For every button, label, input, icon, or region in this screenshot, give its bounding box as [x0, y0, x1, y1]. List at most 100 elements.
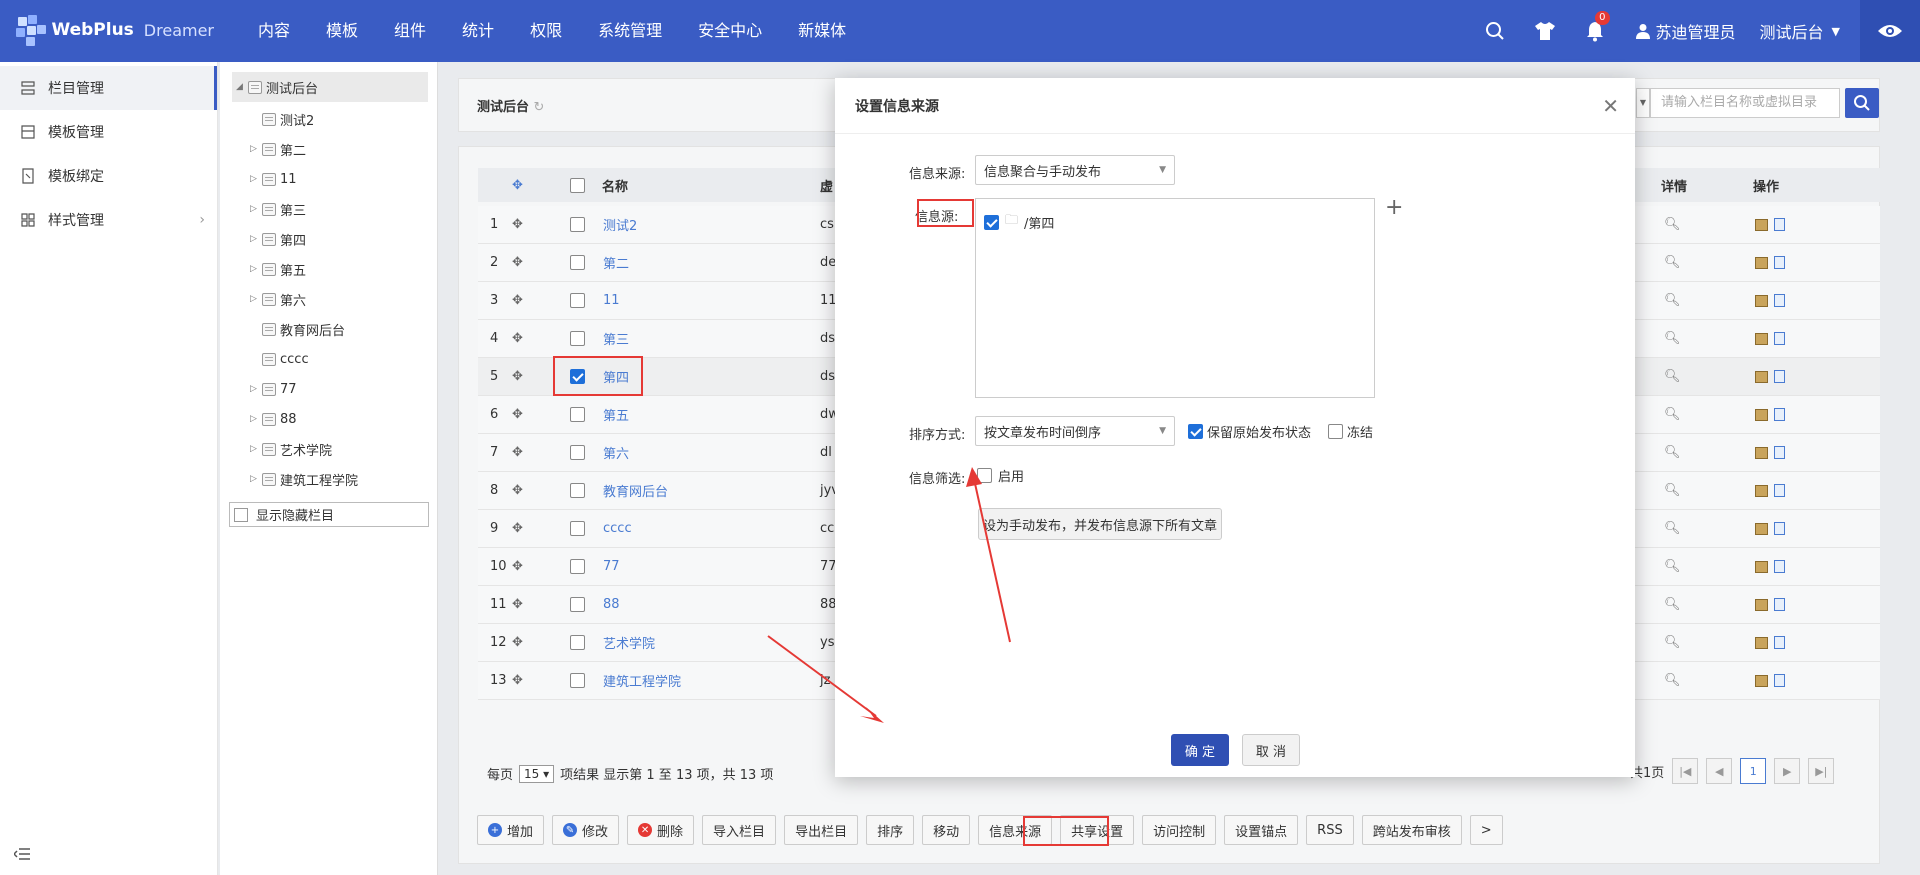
tree-node[interactable]: ▷ 11	[250, 164, 297, 194]
page-icon[interactable]	[1774, 408, 1785, 421]
current-page-button[interactable]: 1	[1740, 758, 1767, 784]
page-icon[interactable]	[1774, 256, 1785, 269]
page-icon[interactable]	[1774, 294, 1785, 307]
detail-magnifier-icon[interactable]: 🔍︎	[1664, 472, 1681, 509]
nav-item-0[interactable]: 内容	[240, 0, 308, 62]
row-checkbox[interactable]	[570, 293, 585, 308]
drag-handle-icon[interactable]: ✥	[512, 358, 523, 395]
collapsed-icon[interactable]: ▷	[250, 414, 262, 424]
row-name-link[interactable]: 建筑工程学院	[603, 662, 681, 699]
toolbar-button-9[interactable]: 访问控制	[1142, 815, 1217, 845]
search-input[interactable]: 请输入栏目名称或虚拟目录	[1650, 88, 1840, 118]
col-name[interactable]: 名称	[602, 168, 628, 202]
row-name-link[interactable]: 第六	[603, 434, 629, 471]
close-icon[interactable]: ✕	[1602, 94, 1619, 118]
row-checkbox[interactable]	[570, 217, 585, 232]
row-checkbox[interactable]	[570, 559, 585, 574]
drag-handle-icon[interactable]: ✥	[512, 624, 523, 661]
nav-item-4[interactable]: 权限	[512, 0, 580, 62]
detail-magnifier-icon[interactable]: 🔍︎	[1664, 206, 1681, 243]
last-page-button[interactable]: ▶|	[1808, 758, 1835, 784]
page-icon[interactable]	[1774, 636, 1785, 649]
edit-template-icon[interactable]	[1755, 674, 1768, 687]
freeze-checkbox[interactable]	[1328, 424, 1343, 439]
shirt-icon[interactable]	[1520, 0, 1570, 62]
manual-publish-button[interactable]: 设为手动发布，并发布信息源下所有文章	[978, 508, 1222, 540]
eye-icon[interactable]	[1860, 0, 1920, 62]
tree-root[interactable]: ◢ 测试后台	[232, 72, 428, 102]
detail-magnifier-icon[interactable]: 🔍︎	[1664, 510, 1681, 547]
tree-node[interactable]: ▷ 第二	[250, 134, 306, 164]
page-icon[interactable]	[1774, 218, 1785, 231]
collapsed-icon[interactable]: ▷	[250, 234, 262, 244]
row-name-link[interactable]: 第五	[603, 396, 629, 433]
nav-item-1[interactable]: 模板	[308, 0, 376, 62]
row-name-link[interactable]: 教育网后台	[603, 472, 668, 509]
bell-icon[interactable]: 0	[1570, 0, 1620, 62]
select-all-checkbox[interactable]	[570, 177, 585, 193]
collapsed-icon[interactable]: ▷	[250, 294, 262, 304]
tree-node[interactable]: ▷ 艺术学院	[250, 434, 332, 464]
tree-node[interactable]: ▷ 第六	[250, 284, 306, 314]
search-icon[interactable]	[1470, 0, 1520, 62]
edit-template-icon[interactable]	[1755, 522, 1768, 535]
toolbar-button-3[interactable]: 导入栏目	[702, 815, 777, 845]
drag-handle-icon[interactable]: ✥	[512, 282, 523, 319]
page-icon[interactable]	[1774, 598, 1785, 611]
collapsed-icon[interactable]: ▷	[250, 144, 262, 154]
search-button[interactable]	[1845, 88, 1879, 118]
detail-magnifier-icon[interactable]: 🔍︎	[1664, 282, 1681, 319]
toolbar-button-4[interactable]: 导出栏目	[784, 815, 859, 845]
detail-magnifier-icon[interactable]: 🔍︎	[1664, 320, 1681, 357]
show-hidden-toggle[interactable]: 显示隐藏栏目	[229, 502, 429, 527]
drag-handle-icon[interactable]: ✥	[512, 320, 523, 357]
row-checkbox[interactable]	[570, 483, 585, 498]
drag-handle-icon[interactable]: ✥	[512, 548, 523, 585]
tree-node[interactable]: cccc	[250, 344, 309, 374]
first-page-button[interactable]: |◀	[1672, 758, 1699, 784]
tree-node[interactable]: 教育网后台	[250, 314, 345, 344]
page-icon[interactable]	[1774, 674, 1785, 687]
source-item-checkbox[interactable]	[984, 214, 999, 230]
tree-node[interactable]: ▷ 第五	[250, 254, 306, 284]
refresh-icon[interactable]: ↻	[534, 100, 545, 115]
toolbar-button-2[interactable]: ✕ 删除	[627, 815, 695, 845]
detail-magnifier-icon[interactable]: 🔍︎	[1664, 662, 1681, 699]
tree-node[interactable]: ▷ 第三	[250, 194, 306, 224]
drag-handle-icon[interactable]: ✥	[512, 206, 523, 243]
search-scope-dropdown[interactable]: ▼	[1636, 88, 1650, 118]
edit-template-icon[interactable]	[1755, 332, 1768, 345]
toolbar-button-1[interactable]: ✎ 修改	[552, 815, 620, 845]
detail-magnifier-icon[interactable]: 🔍︎	[1664, 548, 1681, 585]
toolbar-button-10[interactable]: 设置锚点	[1224, 815, 1299, 845]
ok-button[interactable]: 确 定	[1171, 734, 1229, 766]
col-virtual[interactable]: 虚	[820, 168, 833, 202]
row-checkbox[interactable]	[570, 255, 585, 270]
collapsed-icon[interactable]: ▷	[250, 204, 262, 214]
page-icon[interactable]	[1774, 446, 1785, 459]
nav-item-2[interactable]: 组件	[376, 0, 444, 62]
row-checkbox[interactable]	[570, 635, 585, 650]
collapse-menu-icon[interactable]	[12, 847, 30, 865]
edit-template-icon[interactable]	[1755, 446, 1768, 459]
toolbar-button-13[interactable]: >	[1469, 815, 1503, 845]
page-icon[interactable]	[1774, 560, 1785, 573]
nav-item-6[interactable]: 安全中心	[680, 0, 780, 62]
prev-page-button[interactable]: ◀	[1706, 758, 1733, 784]
row-name-link[interactable]: 第二	[603, 244, 629, 281]
collapsed-icon[interactable]: ▷	[250, 444, 262, 454]
nav-item-7[interactable]: 新媒体	[780, 0, 864, 62]
sidebar-item-2[interactable]: 模板绑定	[0, 154, 217, 198]
collapsed-icon[interactable]: ▷	[250, 384, 262, 394]
collapsed-icon[interactable]: ▷	[250, 474, 262, 484]
toolbar-button-6[interactable]: 移动	[922, 815, 971, 845]
drag-handle-icon[interactable]: ✥	[512, 510, 523, 547]
tree-node[interactable]: ▷ 88	[250, 404, 297, 434]
detail-magnifier-icon[interactable]: 🔍︎	[1664, 434, 1681, 471]
detail-magnifier-icon[interactable]: 🔍︎	[1664, 358, 1681, 395]
sidebar-item-0[interactable]: 栏目管理	[0, 66, 217, 110]
drag-handle-icon[interactable]: ✥	[512, 586, 523, 623]
collapsed-icon[interactable]: ▷	[250, 264, 262, 274]
row-checkbox[interactable]	[570, 521, 585, 536]
drag-handle-icon[interactable]: ✥	[512, 244, 523, 281]
